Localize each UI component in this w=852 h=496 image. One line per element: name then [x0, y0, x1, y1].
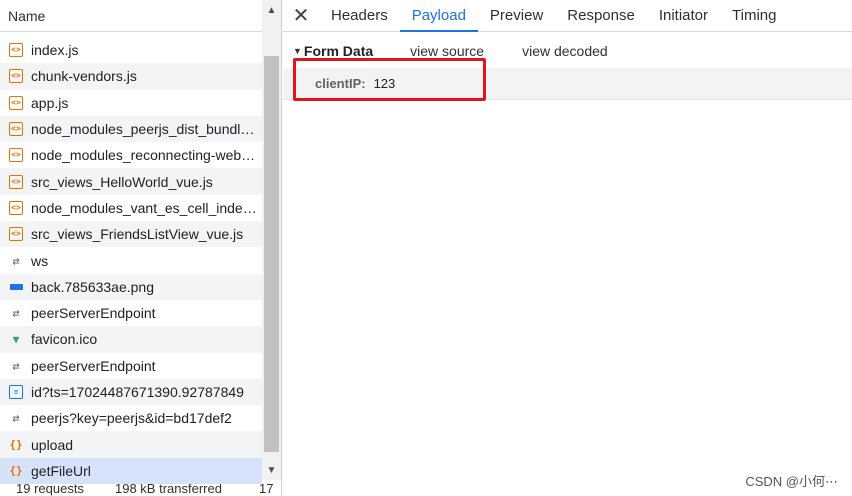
form-data-title: Form Data: [303, 43, 374, 59]
request-name: peerServerEndpoint: [31, 357, 156, 374]
view-source-link[interactable]: view source: [410, 43, 484, 59]
script-icon: <>: [9, 43, 23, 58]
websocket-icon: ⇄: [12, 358, 20, 373]
request-name: chunk-vendors.js: [31, 68, 137, 85]
request-row[interactable]: <> node_modules_reconnecting-websocket: [0, 142, 262, 168]
request-row[interactable]: ⇄ peerjs?key=peerjs&id=bd17def2: [0, 405, 262, 431]
image-icon: [9, 280, 23, 294]
request-name: peerjs?key=peerjs&id=bd17def2: [31, 410, 232, 427]
request-row[interactable]: <> node_modules_peerjs_dist_bundler.mjs: [0, 115, 262, 143]
details-panel: ✕ Headers Payload Preview Response Initi…: [283, 0, 852, 496]
request-row-selected[interactable]: {} getFileUrl: [0, 457, 262, 485]
request-row[interactable]: <> src_views_FriendsListView_vue.js: [0, 221, 262, 248]
tab-preview[interactable]: Preview: [478, 0, 555, 31]
tab-payload[interactable]: Payload: [399, 0, 479, 32]
script-icon: <>: [9, 200, 23, 215]
websocket-icon: ⇄: [12, 253, 20, 268]
request-list-scrollbar[interactable]: ▲ ▼: [262, 0, 281, 480]
request-count: 19 requests: [16, 484, 84, 496]
request-name: app.js: [31, 94, 69, 111]
request-row[interactable]: <> src_views_HelloWorld_vue.js: [0, 168, 262, 195]
tab-initiator[interactable]: Initiator: [647, 0, 720, 31]
document-icon: ≡: [9, 385, 23, 399]
request-row[interactable]: <> chunk-vendors.js: [0, 63, 262, 90]
script-icon: <>: [9, 148, 23, 163]
request-name: src_views_HelloWorld_vue.js: [31, 173, 213, 190]
annotation-highlight-box: [293, 58, 486, 101]
request-list: <> index.js <> chunk-vendors.js <> app.j…: [0, 37, 262, 485]
request-name: upload: [31, 436, 74, 453]
details-tabbar: ✕ Headers Payload Preview Response Initi…: [283, 0, 852, 32]
request-name: node_modules_peerjs_dist_bundler.mjs: [31, 121, 261, 138]
script-icon: <>: [9, 69, 23, 84]
request-row[interactable]: <> node_modules_vant_es_cell_index.js: [0, 195, 262, 221]
script-icon: <>: [9, 122, 23, 137]
transferred-size: 198 kB transferred: [115, 484, 222, 496]
request-name: src_views_FriendsListView_vue.js: [31, 226, 244, 243]
request-row[interactable]: <> app.js: [0, 90, 262, 116]
tab-timing[interactable]: Timing: [720, 0, 788, 31]
scroll-down-arrow-icon[interactable]: ▼: [262, 464, 281, 478]
request-row[interactable]: ⇄ peerServerEndpoint: [0, 353, 262, 379]
request-name: getFileUrl: [31, 462, 91, 479]
request-name: ws: [31, 252, 49, 269]
scrollbar-thumb[interactable]: [264, 56, 279, 452]
collapse-triangle-icon[interactable]: ▼: [293, 46, 302, 56]
request-row[interactable]: back.785633ae.png: [0, 273, 262, 300]
script-icon: <>: [9, 227, 23, 242]
status-extra: 17: [259, 484, 274, 496]
fetch-icon: {}: [9, 438, 23, 452]
request-name: peerServerEndpoint: [31, 305, 156, 322]
fetch-icon: {}: [9, 464, 23, 478]
request-name: index.js: [31, 42, 79, 59]
vue-icon: ▼: [12, 332, 20, 346]
request-row[interactable]: ▼ favicon.ico: [0, 326, 262, 353]
script-icon: <>: [9, 174, 23, 189]
request-row[interactable]: ⇄ peerServerEndpoint: [0, 300, 262, 326]
request-row[interactable]: ⇄ ws: [0, 247, 262, 273]
network-status-bar: 19 requests 198 kB transferred 17: [0, 484, 282, 496]
name-column-label: Name: [8, 7, 46, 24]
request-name: back.785633ae.png: [31, 278, 154, 295]
websocket-icon: ⇄: [12, 306, 20, 321]
close-icon[interactable]: ✕: [283, 0, 319, 31]
request-name: favicon.ico: [31, 331, 98, 348]
script-icon: <>: [9, 95, 23, 110]
tab-response[interactable]: Response: [555, 0, 647, 31]
tab-headers[interactable]: Headers: [319, 0, 400, 31]
scroll-up-arrow-icon[interactable]: ▲: [262, 4, 281, 18]
websocket-icon: ⇄: [12, 411, 20, 426]
watermark: CSDN @小何⋯: [745, 474, 838, 489]
request-name: node_modules_vant_es_cell_index.js: [31, 199, 261, 216]
request-name: id?ts=17024487671390.92787849: [31, 384, 244, 400]
requests-panel: Name <> index.js <> chunk-vendors.js <> …: [0, 0, 282, 496]
request-name: node_modules_reconnecting-websocket: [31, 147, 261, 164]
request-row[interactable]: <> index.js: [0, 37, 262, 63]
name-column-header[interactable]: Name: [0, 0, 262, 32]
view-decoded-link[interactable]: view decoded: [522, 43, 608, 59]
request-row[interactable]: ≡ id?ts=17024487671390.92787849: [0, 378, 262, 406]
request-row[interactable]: {} upload: [0, 431, 262, 458]
